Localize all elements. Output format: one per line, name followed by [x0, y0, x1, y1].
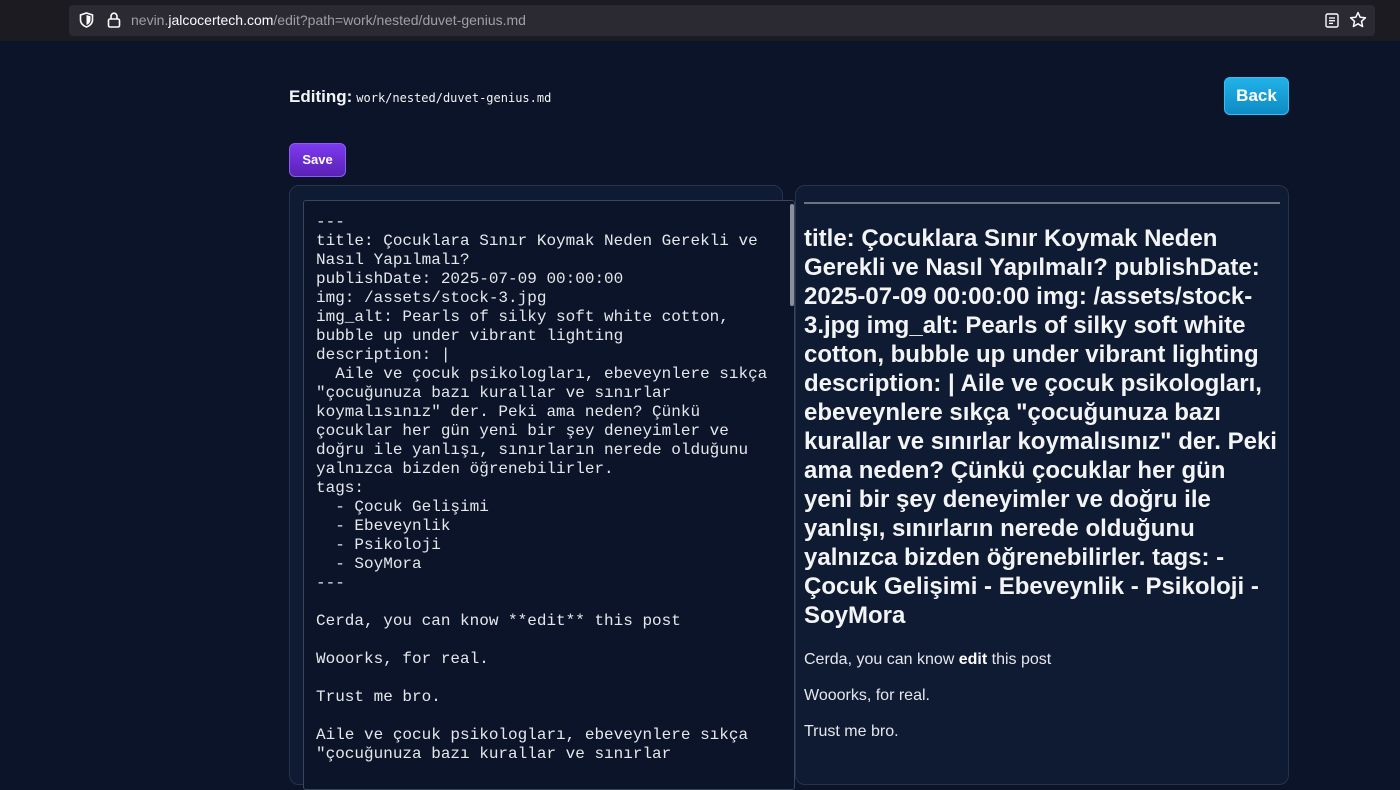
- preview-paragraph-1: Cerda, you can know edit this post: [804, 650, 1280, 670]
- reader-view-icon[interactable]: [1325, 13, 1339, 28]
- preview-horizontal-rule: [804, 202, 1280, 204]
- browser-toolbar: nevin.jalcocertech.com/edit?path=work/ne…: [0, 0, 1400, 42]
- bookmark-star-icon[interactable]: [1349, 11, 1367, 29]
- editor-header: Editing: work/nested/duvet-genius.md Back: [289, 77, 1289, 115]
- url-text[interactable]: nevin.jalcocertech.com/edit?path=work/ne…: [131, 5, 526, 36]
- editing-label: Editing:: [289, 87, 353, 106]
- markdown-editor-textarea[interactable]: --- title: Çocuklara Sınır Koymak Neden …: [303, 200, 795, 790]
- file-path: work/nested/duvet-genius.md: [356, 91, 552, 105]
- preview-paragraph-3: Trust me bro.: [804, 723, 899, 740]
- url-host: jalcocertech.com: [168, 12, 274, 28]
- preview-paragraph-2: Wooorks, for real.: [804, 687, 930, 704]
- address-bar[interactable]: nevin.jalcocertech.com/edit?path=work/ne…: [69, 5, 1375, 36]
- preview-heading: title: Çocuklara Sınır Koymak Neden Gere…: [804, 225, 1277, 629]
- page-content: Editing: work/nested/duvet-genius.md Back…: [0, 41, 1400, 790]
- editor-scrollbar[interactable]: [790, 204, 794, 306]
- url-path: /edit?path=work/nested/duvet-genius.md: [273, 12, 526, 28]
- preview-panel: title: Çocuklara Sınır Koymak Neden Gere…: [795, 185, 1289, 785]
- lock-icon[interactable]: [107, 12, 121, 28]
- preview-para1-text-end: this post: [987, 651, 1052, 668]
- editor-panel: --- title: Çocuklara Sınır Koymak Neden …: [289, 185, 795, 790]
- preview-para1-bold: edit: [958, 651, 988, 668]
- back-button[interactable]: Back: [1224, 77, 1289, 115]
- preview-para1-text-start: Cerda, you can know: [804, 651, 959, 668]
- url-subdomain: nevin.: [131, 12, 169, 28]
- page-title: Editing: work/nested/duvet-genius.md: [289, 87, 551, 107]
- shield-icon[interactable]: [79, 12, 94, 28]
- save-button[interactable]: Save: [289, 143, 346, 177]
